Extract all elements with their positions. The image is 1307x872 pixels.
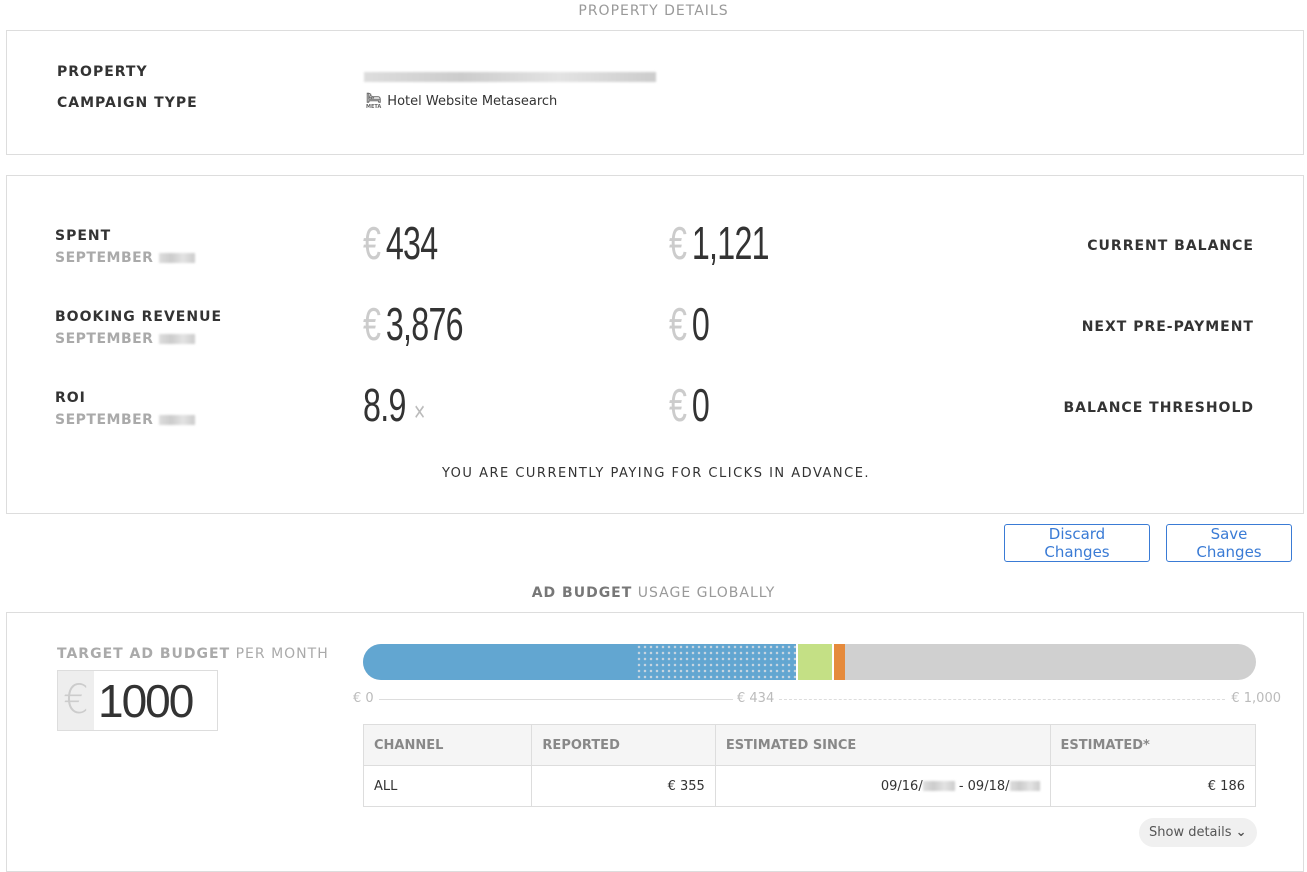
payment-notice: YOU ARE CURRENTLY PAYING FOR CLICKS IN A… — [441, 466, 871, 481]
axis-min-label: € 0 — [353, 691, 374, 706]
cell-estimated: € 186 — [1049, 765, 1257, 807]
target-budget-value[interactable]: 1000 — [94, 671, 194, 730]
stat-period-month: SEPTEMBER — [55, 250, 154, 266]
balance-label: NEXT PRE-PAYMENT — [1081, 319, 1254, 335]
ad-budget-panel: TARGET AD BUDGET PER MONTH € 1000 € 0 € … — [6, 612, 1304, 872]
balance-label: CURRENT BALANCE — [1087, 238, 1254, 254]
stat-period: SEPTEMBER — [55, 250, 195, 266]
stat-value: €434 — [363, 216, 438, 270]
currency-addon: € — [58, 671, 94, 730]
balance-value: €1,121 — [669, 216, 770, 270]
stat-label: SPENT — [55, 228, 112, 244]
bar-segment-estimated — [636, 644, 797, 680]
property-panel: PROPERTY CAMPAIGN TYPE 🛏 META Hotel Websi… — [6, 30, 1304, 155]
campaign-type-value: 🛏 META Hotel Website Metasearch — [366, 91, 558, 110]
ad-budget-title-bold: AD BUDGET — [531, 585, 633, 601]
property-value-redacted — [364, 66, 656, 85]
currency-symbol: € — [669, 379, 687, 431]
balance-number: 1,121 — [691, 217, 770, 269]
axis-max-label: € 1,000 — [1231, 691, 1281, 706]
budget-axis: € 0 € 434 € 1,000 — [353, 691, 1281, 707]
col-channel: CHANNEL — [362, 724, 533, 766]
stat-value: €3,876 — [363, 297, 464, 351]
table-header-row: CHANNEL REPORTED ESTIMATED SINCE ESTIMAT… — [362, 724, 1257, 766]
bar-segment-orange — [831, 644, 846, 680]
stat-label: ROI — [55, 390, 86, 406]
stat-value: 8.9 × — [363, 378, 425, 432]
col-estimated-since: ESTIMATED SINCE — [714, 724, 1051, 766]
currency-symbol: € — [669, 217, 687, 269]
discard-changes-button[interactable]: Discard Changes — [1004, 524, 1150, 562]
stats-panel: SPENT SEPTEMBER €434 €1,121 CURRENT BALA… — [6, 175, 1304, 514]
balance-value: €0 — [669, 297, 710, 351]
bar-segment-reported — [363, 644, 637, 680]
target-budget-label: TARGET AD BUDGET PER MONTH — [57, 646, 329, 662]
bar-segment-green — [796, 644, 832, 680]
target-budget-input[interactable]: € 1000 — [57, 670, 218, 731]
target-budget-label-bold: TARGET AD BUDGET — [57, 646, 231, 662]
col-estimated: ESTIMATED* — [1049, 724, 1257, 766]
show-details-button[interactable]: Show details ⌄ — [1139, 818, 1257, 847]
stat-number: 3,876 — [385, 298, 464, 350]
chevron-down-icon: ⌄ — [1235, 825, 1247, 840]
campaign-type-text: Hotel Website Metasearch — [387, 94, 558, 109]
stat-number: 8.9 — [363, 379, 406, 431]
cell-reported: € 355 — [531, 765, 716, 807]
channel-table: CHANNEL REPORTED ESTIMATED SINCE ESTIMAT… — [362, 724, 1257, 807]
stat-number: 434 — [385, 217, 438, 269]
stat-label: BOOKING REVENUE — [55, 309, 223, 325]
balance-label: BALANCE THRESHOLD — [1063, 400, 1254, 416]
bed-meta-icon: 🛏 META — [366, 91, 382, 110]
budget-usage-bar — [363, 644, 1256, 680]
stat-period-month: SEPTEMBER — [55, 331, 154, 347]
property-label: PROPERTY — [57, 64, 148, 80]
times-icon: × — [413, 396, 425, 427]
stat-period: SEPTEMBER — [55, 412, 195, 428]
ad-budget-title-rest: USAGE GLOBALLY — [637, 585, 776, 601]
stat-period-month: SEPTEMBER — [55, 412, 154, 428]
since-end: - 09/18/ — [954, 778, 1010, 794]
property-details-title: PROPERTY DETAILS — [578, 3, 729, 19]
cell-channel: ALL — [362, 765, 533, 807]
currency-symbol: € — [669, 298, 687, 350]
campaign-type-label: CAMPAIGN TYPE — [57, 95, 198, 111]
since-start: 09/16/ — [880, 778, 923, 794]
show-details-label: Show details — [1149, 825, 1232, 840]
col-reported: REPORTED — [531, 724, 716, 766]
save-changes-button[interactable]: Save Changes — [1166, 524, 1292, 562]
axis-mid-label: € 434 — [733, 691, 779, 706]
table-row: ALL € 355 09/16/ - 09/18/ € 186 — [362, 765, 1257, 807]
balance-number: 0 — [691, 379, 710, 431]
balance-value: €0 — [669, 378, 710, 432]
target-budget-label-rest: PER MONTH — [235, 646, 329, 662]
currency-symbol: € — [363, 217, 381, 269]
cell-estimated-since: 09/16/ - 09/18/ — [714, 765, 1051, 807]
balance-number: 0 — [691, 298, 710, 350]
stat-period: SEPTEMBER — [55, 331, 195, 347]
currency-symbol: € — [363, 298, 381, 350]
ad-budget-title: AD BUDGET USAGE GLOBALLY — [0, 585, 1307, 601]
